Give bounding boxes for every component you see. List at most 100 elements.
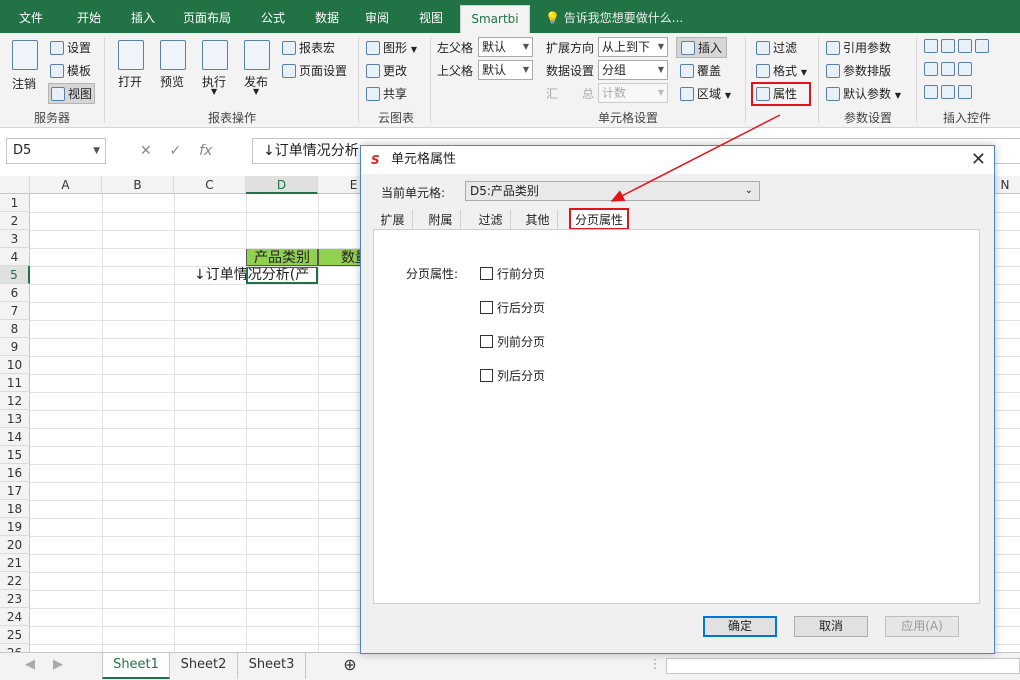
sheet-tab-2[interactable]: Sheet2 [170,653,238,679]
row-header-2[interactable]: 2 [0,212,30,230]
ok-button[interactable]: 确定 [703,616,777,637]
col-header-b[interactable]: B [102,176,174,194]
tab-expand[interactable]: 扩展 [373,210,413,230]
tab-formulas[interactable]: 公式 [248,0,298,33]
col-header-a[interactable]: A [30,176,102,194]
list-control-icon[interactable] [958,39,972,53]
row-header-25[interactable]: 25 [0,626,30,644]
sheet-tab-3[interactable]: Sheet3 [238,653,306,679]
row-header-14[interactable]: 14 [0,428,30,446]
next-sheet-icon[interactable]: ▶ [48,653,68,679]
tab-view[interactable]: 视图 [406,0,456,33]
template-button[interactable]: 模板 [50,62,91,79]
cell-d4[interactable]: 产品类别 [246,248,318,266]
summary-select[interactable]: 计数 ▼ [598,83,668,103]
filter-button[interactable]: 过滤 [756,39,797,56]
tab-file[interactable]: 文件 [8,0,54,33]
row-header-9[interactable]: 9 [0,338,30,356]
row-header-21[interactable]: 21 [0,554,30,572]
row-header-19[interactable]: 19 [0,518,30,536]
tab-home[interactable]: 开始 [64,0,114,33]
view-button[interactable]: 视图 [48,83,96,104]
tree-control-icon[interactable] [941,62,955,76]
checkbox-break-after-row[interactable]: 行后分页 [480,301,545,315]
row-header-3[interactable]: 3 [0,230,30,248]
checkbox-control-icon[interactable] [924,85,938,99]
page-setup-button[interactable]: 页面设置 [282,62,347,79]
name-box[interactable]: D5 ▼ [6,138,106,164]
report-macro-button[interactable]: 报表宏 [282,39,335,56]
logout-button[interactable]: 注销 [12,75,36,92]
tab-page-layout[interactable]: 页面布局 [172,0,242,33]
row-header-18[interactable]: 18 [0,500,30,518]
settings-button[interactable]: 设置 [50,39,91,56]
tab-attached[interactable]: 附属 [421,210,461,230]
checkbox-break-before-row[interactable]: 行前分页 [480,267,545,281]
row-header-23[interactable]: 23 [0,590,30,608]
cover-button[interactable]: 覆盖 [680,62,721,79]
current-cell-select[interactable]: D5:产品类别 ⌄ [465,181,760,201]
preview-button[interactable]: 预览 [160,73,184,90]
close-icon[interactable]: ✕ [971,146,986,174]
active-cell-d5[interactable] [246,266,318,284]
share-button[interactable]: 共享 [366,85,407,102]
tab-filter[interactable]: 过滤 [471,210,511,230]
cancel-icon[interactable]: ✕ [140,143,152,159]
tell-me-box[interactable]: 💡 告诉我您想要做什么... [545,0,683,33]
link-control-icon[interactable] [941,85,955,99]
textbox-control-icon[interactable] [924,39,938,53]
col-header-d[interactable]: D [246,176,318,194]
row-header-7[interactable]: 7 [0,302,30,320]
tab-insert[interactable]: 插入 [118,0,168,33]
change-button[interactable]: 更改 [366,62,407,79]
dropdown-control-icon[interactable] [941,39,955,53]
row-header-5[interactable]: 5 [0,266,30,284]
insert-button[interactable]: 插入 [676,37,728,58]
row-header-16[interactable]: 16 [0,464,30,482]
enter-icon[interactable]: ✓ [170,143,182,159]
format-button[interactable]: 格式 ▼ [756,62,807,79]
row-header-17[interactable]: 17 [0,482,30,500]
row-header-11[interactable]: 11 [0,374,30,392]
param-layout-button[interactable]: 参数排版 [826,62,891,79]
row-header-26[interactable]: 26 [0,644,30,652]
top-parent-select[interactable]: 默认 ▼ [478,60,533,80]
row-header-12[interactable]: 12 [0,392,30,410]
tab-page-break[interactable]: 分页属性 [569,208,629,230]
sheet-tab-1[interactable]: Sheet1 [102,653,170,679]
row-header-24[interactable]: 24 [0,608,30,626]
tab-smartbi[interactable]: Smartbi [460,5,530,35]
cancel-button[interactable]: 取消 [794,616,868,637]
tab-other[interactable]: 其他 [518,210,558,230]
data-setting-select[interactable]: 分组 ▼ [598,60,668,80]
row-header-15[interactable]: 15 [0,446,30,464]
row-header-22[interactable]: 22 [0,572,30,590]
checkbox-break-after-col[interactable]: 列后分页 [480,369,545,383]
area-button[interactable]: 区域 ▼ [680,85,731,102]
apply-button[interactable]: 应用(A) [885,616,959,637]
open-button[interactable]: 打开 [118,73,142,90]
checkbox-break-before-col[interactable]: 列前分页 [480,335,545,349]
prev-sheet-icon[interactable]: ◀ [20,653,40,679]
default-param-button[interactable]: 默认参数 ▼ [826,85,901,102]
fx-icon[interactable]: fx [199,143,212,159]
chart-button[interactable]: 图形 ▼ [366,39,417,56]
expand-dir-select[interactable]: 从上到下 ▼ [598,37,668,57]
row-header-1[interactable]: 1 [0,194,30,212]
row-header-13[interactable]: 13 [0,410,30,428]
row-header-8[interactable]: 8 [0,320,30,338]
text-control-icon[interactable] [958,85,972,99]
col-header-c[interactable]: C [174,176,246,194]
tab-data[interactable]: 数据 [302,0,352,33]
panel-control-icon[interactable] [975,39,989,53]
add-sheet-icon[interactable]: ⊕ [338,653,362,679]
tab-review[interactable]: 审阅 [352,0,402,33]
row-header-20[interactable]: 20 [0,536,30,554]
horizontal-scrollbar[interactable] [666,658,1020,674]
select-all-corner[interactable] [0,176,30,194]
grid-control-icon[interactable] [924,62,938,76]
ref-param-button[interactable]: 引用参数 [826,39,891,56]
image-control-icon[interactable] [958,62,972,76]
row-header-4[interactable]: 4 [0,248,30,266]
left-parent-select[interactable]: 默认 ▼ [478,37,533,57]
